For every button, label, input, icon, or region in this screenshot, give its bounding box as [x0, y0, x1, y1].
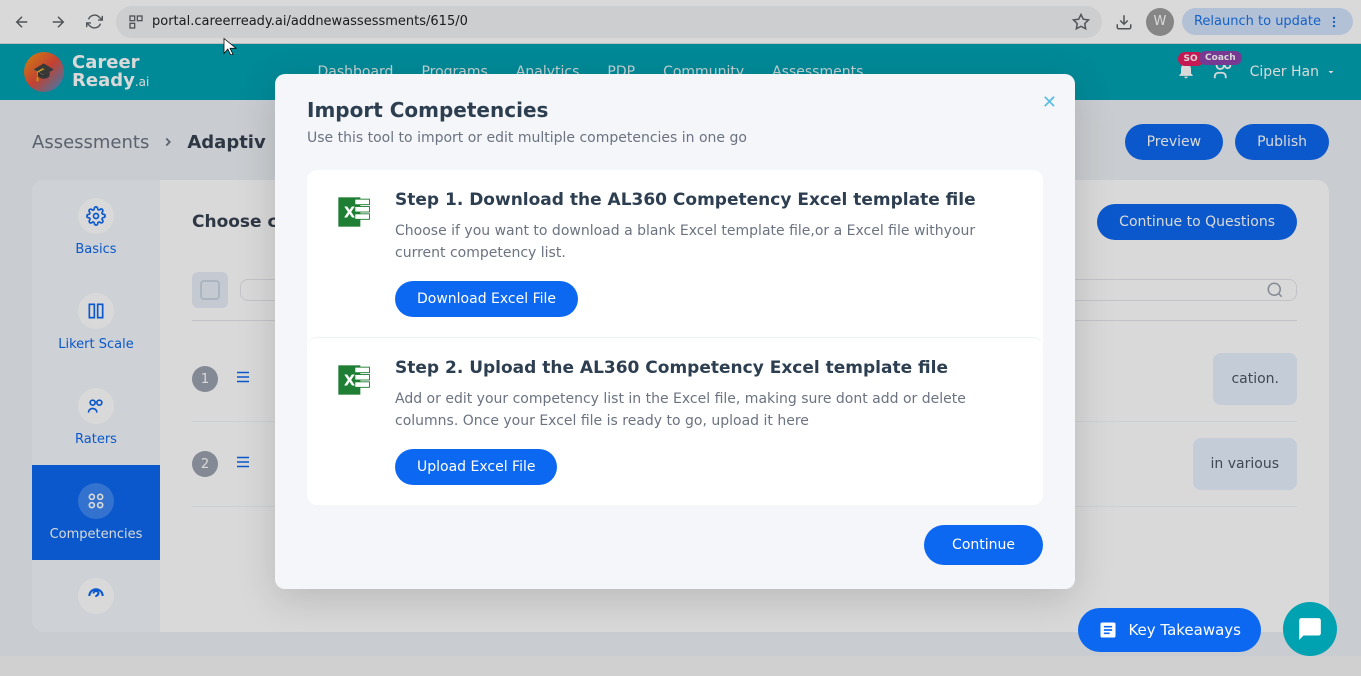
svg-text:X: X [344, 205, 355, 222]
modal-subtitle: Use this tool to import or edit multiple… [307, 130, 1043, 146]
close-icon[interactable]: ✕ [1042, 92, 1057, 113]
chat-button[interactable] [1283, 602, 1337, 656]
chat-icon [1297, 616, 1323, 642]
key-takeaways-button[interactable]: Key Takeaways [1078, 608, 1261, 652]
step-1-title: Step 1. Download the AL360 Competency Ex… [395, 190, 1019, 210]
excel-icon: X [331, 358, 375, 402]
excel-icon: X [331, 190, 375, 234]
modal-title: Import Competencies [307, 98, 1043, 122]
step-2-card: X Step 2. Upload the AL360 Competency Ex… [307, 337, 1043, 505]
step-1-desc: Choose if you want to download a blank E… [395, 220, 1019, 265]
continue-button[interactable]: Continue [924, 525, 1043, 565]
import-modal: ✕ Import Competencies Use this tool to i… [275, 74, 1075, 589]
step-1-card: X Step 1. Download the AL360 Competency … [307, 170, 1043, 337]
note-icon [1098, 620, 1118, 640]
step-2-desc: Add or edit your competency list in the … [395, 388, 1019, 433]
svg-text:X: X [344, 372, 355, 389]
download-excel-button[interactable]: Download Excel File [395, 281, 578, 317]
upload-excel-button[interactable]: Upload Excel File [395, 449, 557, 485]
step-2-title: Step 2. Upload the AL360 Competency Exce… [395, 358, 1019, 378]
